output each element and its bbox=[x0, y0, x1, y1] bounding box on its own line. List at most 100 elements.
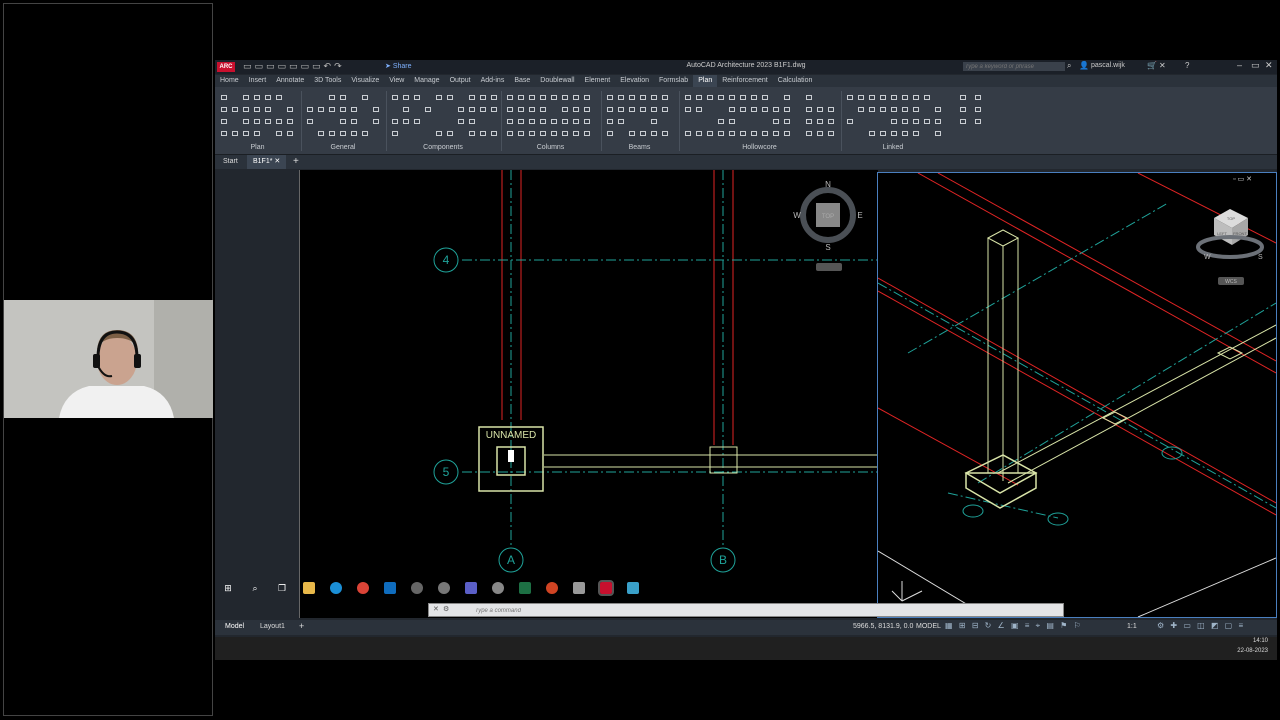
ribbon-tool-icon[interactable] bbox=[651, 131, 657, 136]
ribbon-tool-icon[interactable] bbox=[806, 131, 812, 136]
ribbon-tool-icon[interactable] bbox=[773, 119, 779, 124]
ribbon-tool-icon[interactable] bbox=[469, 119, 475, 124]
ribbon-tool-icon[interactable] bbox=[662, 95, 668, 100]
start-tab[interactable]: Start bbox=[223, 158, 238, 165]
ribbon-tool-icon[interactable] bbox=[685, 131, 691, 136]
ribbon-tool-icon[interactable] bbox=[828, 119, 834, 124]
ribbon-tool-icon[interactable] bbox=[414, 95, 420, 100]
ribbon-tool-icon[interactable] bbox=[436, 95, 442, 100]
plan-viewport[interactable]: UNNAMED 4 5 A B TOP N S E W bbox=[299, 170, 878, 618]
ribbon-panel-beams[interactable]: Beams bbox=[601, 144, 678, 151]
ribbon-tab-3d-tools[interactable]: 3D Tools bbox=[309, 75, 346, 87]
ribbon-tool-icon[interactable] bbox=[480, 107, 486, 112]
ribbon-tool-icon[interactable] bbox=[651, 107, 657, 112]
ribbon-tool-icon[interactable] bbox=[828, 107, 834, 112]
3d-model[interactable]: TOP LEFT FRONT W S WCS bbox=[878, 173, 1276, 617]
ribbon-tool-icon[interactable] bbox=[607, 119, 613, 124]
ribbon-tool-icon[interactable] bbox=[740, 107, 746, 112]
layout1-tab[interactable]: Layout1 bbox=[260, 623, 285, 630]
ribbon-tool-icon[interactable] bbox=[975, 95, 981, 100]
ribbon-tool-icon[interactable] bbox=[618, 95, 624, 100]
ribbon-tool-icon[interactable] bbox=[640, 107, 646, 112]
ribbon-tool-icon[interactable] bbox=[507, 107, 513, 112]
ribbon-tool-icon[interactable] bbox=[329, 95, 335, 100]
task-view-icon[interactable]: ❐ bbox=[276, 582, 288, 594]
windows-start-icon[interactable]: ⊞ bbox=[222, 582, 234, 594]
drafting-settings-icons[interactable]: ▦ ⊞ ⊟ ↻ ∠ ▣ ≡ ⌖ ▤ ⚑ ⚐ bbox=[945, 621, 1083, 631]
ribbon-tool-icon[interactable] bbox=[507, 95, 513, 100]
ribbon-tool-icon[interactable] bbox=[243, 95, 249, 100]
ribbon-tool-icon[interactable] bbox=[403, 107, 409, 112]
ribbon-tool-icon[interactable] bbox=[447, 131, 453, 136]
ribbon-tool-icon[interactable] bbox=[518, 107, 524, 112]
ribbon-tool-icon[interactable] bbox=[729, 131, 735, 136]
ribbon-tool-icon[interactable] bbox=[551, 95, 557, 100]
ribbon-tool-icon[interactable] bbox=[318, 107, 324, 112]
ribbon-tool-icon[interactable] bbox=[458, 119, 464, 124]
ribbon-tool-icon[interactable] bbox=[540, 95, 546, 100]
close-tab-icon[interactable]: ✕ bbox=[274, 158, 280, 165]
ribbon-tool-icon[interactable] bbox=[891, 95, 897, 100]
ribbon-tool-icon[interactable] bbox=[902, 107, 908, 112]
ribbon-tool-icon[interactable] bbox=[221, 131, 227, 136]
ribbon-tool-icon[interactable] bbox=[858, 107, 864, 112]
command-line[interactable]: ✕ ⚙ bbox=[428, 603, 1064, 617]
search-taskbar-icon[interactable]: ⌕ bbox=[249, 582, 261, 594]
ribbon-tab-annotate[interactable]: Annotate bbox=[271, 75, 309, 87]
ribbon-tool-icon[interactable] bbox=[607, 131, 613, 136]
ribbon-tool-icon[interactable] bbox=[913, 119, 919, 124]
ribbon-tool-icon[interactable] bbox=[618, 107, 624, 112]
ribbon-tab-formslab[interactable]: Formslab bbox=[654, 75, 693, 87]
chrome-icon[interactable] bbox=[357, 582, 369, 594]
add-layout-button[interactable]: + bbox=[299, 621, 304, 631]
ribbon-tool-icon[interactable] bbox=[902, 119, 908, 124]
ribbon-tool-icon[interactable] bbox=[784, 95, 790, 100]
clock-date[interactable]: 22-08-2023 bbox=[1232, 648, 1268, 654]
ribbon-tool-icon[interactable] bbox=[351, 107, 357, 112]
ribbon-tool-icon[interactable] bbox=[891, 107, 897, 112]
edge-icon[interactable] bbox=[330, 582, 342, 594]
ribbon-tool-icon[interactable] bbox=[469, 95, 475, 100]
ribbon-tool-icon[interactable] bbox=[640, 131, 646, 136]
ribbon-tool-icon[interactable] bbox=[858, 95, 864, 100]
exchange-icon[interactable]: ✕ bbox=[1159, 61, 1166, 70]
ribbon-tool-icon[interactable] bbox=[529, 131, 535, 136]
ribbon-tool-icon[interactable] bbox=[436, 131, 442, 136]
autocad-taskbar-icon[interactable] bbox=[600, 582, 612, 594]
ribbon-tool-icon[interactable] bbox=[491, 107, 497, 112]
ribbon-panel-components[interactable]: Components bbox=[386, 144, 500, 151]
ribbon-tool-icon[interactable] bbox=[540, 107, 546, 112]
ribbon-tool-icon[interactable] bbox=[362, 131, 368, 136]
ribbon-tool-icon[interactable] bbox=[869, 131, 875, 136]
ribbon-tool-icon[interactable] bbox=[806, 95, 812, 100]
ribbon-tool-icon[interactable] bbox=[491, 95, 497, 100]
ribbon-tool-icon[interactable] bbox=[629, 131, 635, 136]
ribbon-tool-icon[interactable] bbox=[265, 119, 271, 124]
ribbon-tool-icon[interactable] bbox=[651, 95, 657, 100]
ribbon-tool-icon[interactable] bbox=[773, 131, 779, 136]
ribbon-tab-calculation[interactable]: Calculation bbox=[773, 75, 818, 87]
ribbon-tab-visualize[interactable]: Visualize bbox=[346, 75, 384, 87]
ribbon-panel-hollowcore[interactable]: Hollowcore bbox=[679, 144, 840, 151]
ribbon-tool-icon[interactable] bbox=[518, 119, 524, 124]
ribbon-tool-icon[interactable] bbox=[751, 95, 757, 100]
ribbon-tool-icon[interactable] bbox=[254, 107, 260, 112]
ribbon-tool-icon[interactable] bbox=[351, 131, 357, 136]
ribbon-tool-icon[interactable] bbox=[618, 119, 624, 124]
ribbon-tool-icon[interactable] bbox=[828, 131, 834, 136]
ribbon-tool-icon[interactable] bbox=[751, 131, 757, 136]
ribbon-panel-plan[interactable]: Plan bbox=[215, 144, 300, 151]
ribbon-tool-icon[interactable] bbox=[924, 95, 930, 100]
ribbon-tool-icon[interactable] bbox=[651, 119, 657, 124]
ribbon-tool-icon[interactable] bbox=[880, 107, 886, 112]
ribbon-tool-icon[interactable] bbox=[707, 131, 713, 136]
cloud-app-icon[interactable] bbox=[627, 582, 639, 594]
ribbon-tool-icon[interactable] bbox=[935, 119, 941, 124]
ribbon-panel-columns[interactable]: Columns bbox=[501, 144, 600, 151]
share-button[interactable]: ➤ Share bbox=[385, 62, 412, 70]
ribbon-tool-icon[interactable] bbox=[287, 131, 293, 136]
calculator-icon[interactable] bbox=[573, 582, 585, 594]
search-icon[interactable]: ⌕ bbox=[1067, 61, 1071, 71]
minimize-button[interactable]: – bbox=[1237, 60, 1242, 70]
ribbon-tool-icon[interactable] bbox=[935, 131, 941, 136]
